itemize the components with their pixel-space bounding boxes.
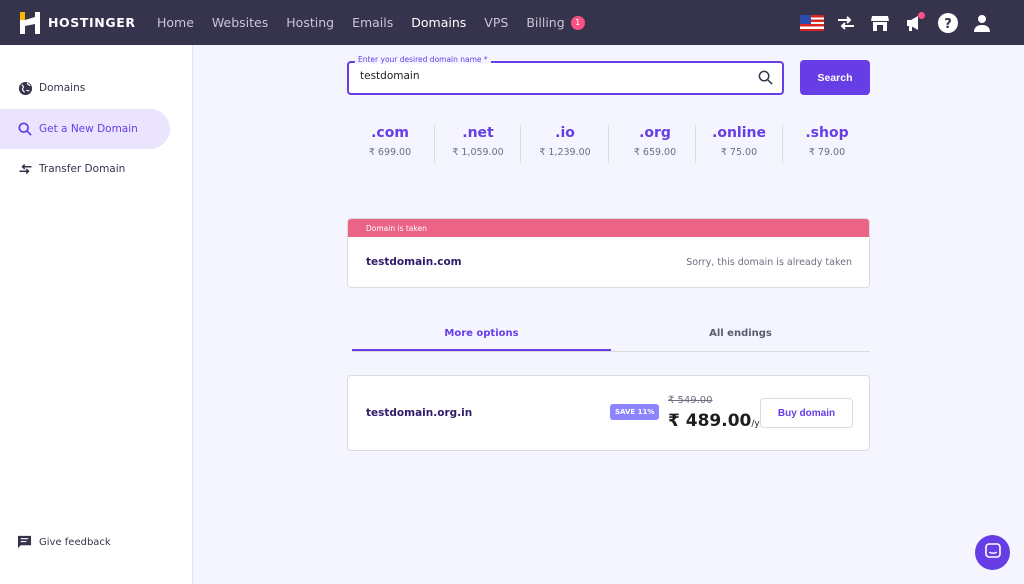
nav-home[interactable]: Home — [157, 15, 194, 30]
globe-icon — [17, 80, 33, 96]
feedback-icon — [17, 535, 32, 549]
tld-name: .online — [712, 125, 766, 141]
nav-billing-label: Billing — [526, 15, 565, 30]
hostinger-logo-icon — [20, 11, 40, 34]
domain-search-field: Enter your desired domain name * — [347, 55, 784, 95]
divider — [434, 125, 435, 163]
chat-button[interactable] — [975, 535, 1010, 570]
new-price: ₹ 489.00/yr — [668, 411, 763, 431]
nav-websites[interactable]: Websites — [212, 15, 268, 30]
tld-online[interactable]: .online ₹ 75.00 — [708, 125, 770, 158]
tld-price: ₹ 699.00 — [368, 147, 412, 158]
top-icons: ? — [790, 0, 994, 45]
sidebar-item-domains[interactable]: Domains — [0, 68, 170, 108]
tld-net[interactable]: .net ₹ 1,059.00 — [448, 125, 508, 158]
result-domain-name: testdomain.org.in — [366, 407, 473, 419]
sidebar-item-label: Transfer Domain — [39, 163, 126, 175]
search-icon[interactable] — [758, 70, 773, 89]
billing-badge: 1 — [570, 15, 585, 30]
user-icon[interactable] — [970, 11, 994, 35]
tld-price: ₹ 79.00 — [808, 147, 846, 158]
tld-org[interactable]: .org ₹ 659.00 — [625, 125, 685, 158]
store-icon[interactable] — [868, 11, 892, 35]
tld-name: .net — [462, 125, 494, 141]
save-badge: SAVE 11% — [610, 404, 660, 420]
tld-price: ₹ 75.00 — [720, 147, 758, 158]
search-field-label: Enter your desired domain name * — [355, 55, 491, 64]
give-feedback-label: Give feedback — [39, 536, 111, 548]
tld-price: ₹ 1,059.00 — [452, 147, 504, 158]
nav-vps[interactable]: VPS — [484, 15, 508, 30]
tld-shop[interactable]: .shop ₹ 79.00 — [798, 125, 856, 158]
tld-name: .com — [371, 125, 409, 141]
transfer-icon[interactable] — [834, 11, 858, 35]
tld-com[interactable]: .com ₹ 699.00 — [364, 125, 416, 158]
hostinger-logo[interactable]: HOSTINGER — [20, 11, 140, 34]
sidebar-item-transfer-domain[interactable]: Transfer Domain — [0, 149, 170, 189]
tab-all-endings[interactable]: All endings — [611, 320, 870, 351]
tld-price: ₹ 1,239.00 — [539, 147, 591, 158]
main-nav: Home Websites Hosting Emails Domains VPS… — [157, 15, 603, 30]
transfer-icon — [17, 161, 33, 177]
domain-taken-banner: Domain is taken — [348, 219, 869, 237]
domain-taken-card: Domain is taken testdomain.com Sorry, th… — [347, 218, 870, 288]
taken-message: Sorry, this domain is already taken — [686, 257, 852, 268]
chat-icon — [984, 542, 1001, 563]
result-tabs: More options All endings — [352, 320, 870, 352]
divider — [608, 125, 609, 163]
search-icon — [17, 121, 33, 137]
megaphone-icon[interactable] — [902, 11, 926, 35]
svg-text:?: ? — [944, 17, 952, 32]
tld-name: .org — [639, 125, 671, 141]
us-flag-icon[interactable] — [800, 11, 824, 35]
nav-emails[interactable]: Emails — [352, 15, 393, 30]
nav-hosting[interactable]: Hosting — [286, 15, 334, 30]
nav-domains[interactable]: Domains — [411, 15, 466, 30]
domain-search-input[interactable] — [360, 70, 740, 82]
tld-io[interactable]: .io ₹ 1,239.00 — [533, 125, 597, 158]
divider — [520, 125, 521, 163]
old-price: ₹ 549.00 — [668, 395, 713, 406]
sidebar-item-get-new-domain[interactable]: Get a New Domain — [0, 109, 170, 149]
give-feedback-link[interactable]: Give feedback — [17, 535, 111, 549]
tld-price: ₹ 659.00 — [633, 147, 677, 158]
sidebar: Domains Get a New Domain Transfer Domain — [0, 45, 193, 584]
sidebar-item-label: Domains — [39, 82, 86, 94]
notification-dot — [918, 11, 925, 19]
divider — [782, 125, 783, 163]
domain-result-card: testdomain.org.in SAVE 11% ₹ 549.00 ₹ 48… — [347, 375, 870, 451]
help-icon[interactable]: ? — [936, 11, 960, 35]
brand-name: HOSTINGER — [48, 15, 136, 30]
tab-more-options[interactable]: More options — [352, 320, 611, 351]
divider — [695, 125, 696, 163]
nav-billing[interactable]: Billing 1 — [526, 15, 585, 30]
taken-domain-name: testdomain.com — [366, 256, 462, 268]
search-button[interactable]: Search — [800, 60, 870, 95]
top-bar: HOSTINGER Home Websites Hosting Emails D… — [0, 0, 1024, 45]
new-price-value: ₹ 489.00 — [668, 411, 752, 431]
buy-domain-button[interactable]: Buy domain — [760, 398, 853, 428]
tld-name: .io — [555, 125, 575, 141]
sidebar-item-label: Get a New Domain — [39, 123, 138, 135]
tld-name: .shop — [805, 125, 849, 141]
